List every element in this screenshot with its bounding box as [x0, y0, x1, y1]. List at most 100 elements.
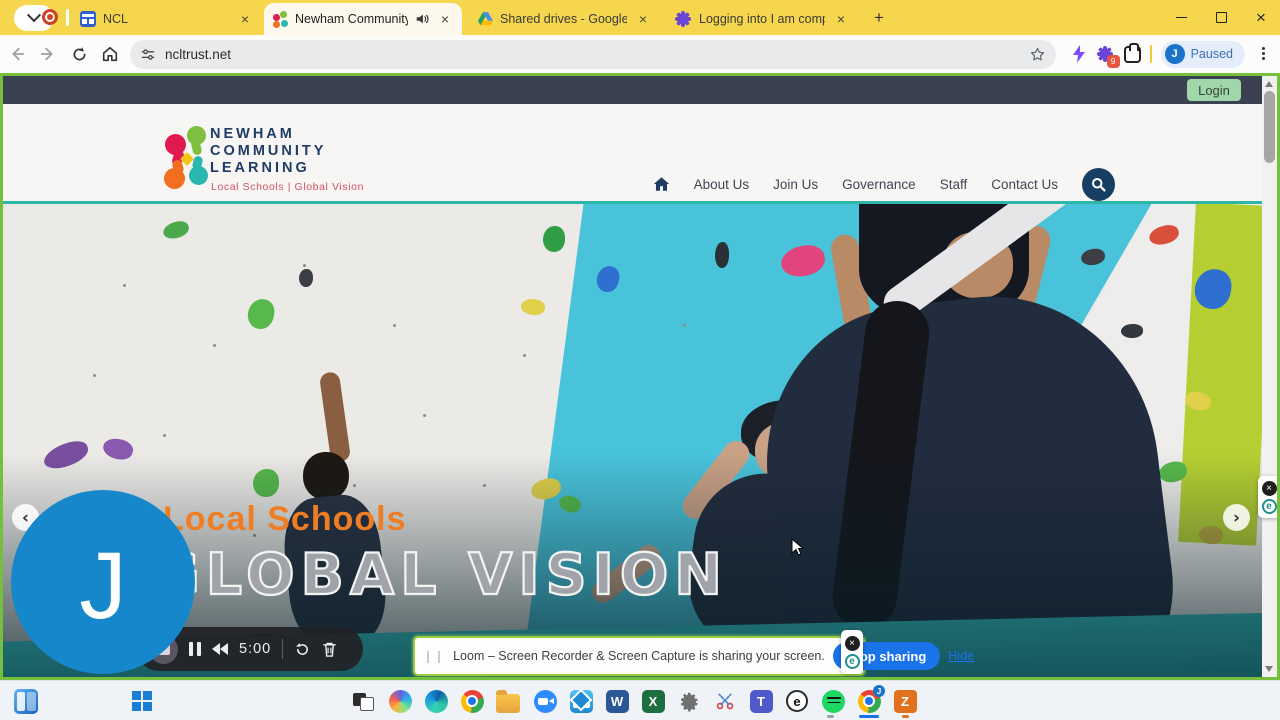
scroll-up-icon[interactable] [1265, 81, 1273, 87]
hide-share-bar-link[interactable]: Hide [948, 649, 974, 663]
recorder-pause-icon[interactable] [189, 642, 201, 656]
drive-favicon [478, 12, 493, 26]
toolbar-extensions-area: 9 J Paused [1071, 35, 1280, 73]
camera-bubble-initial: J [79, 532, 127, 639]
scroll-down-icon[interactable] [1265, 666, 1273, 672]
overlay-widget-right: e [1258, 476, 1277, 518]
desktop-screen: NCL Newham Community Learn Shared drives… [0, 0, 1280, 720]
file-explorer-icon[interactable] [496, 689, 520, 713]
eset-icon[interactable]: e [785, 689, 809, 713]
tab-close-icon[interactable] [634, 10, 652, 28]
hero-kicker: Local Schools [163, 500, 407, 538]
nav-staff[interactable]: Staff [940, 177, 968, 192]
copilot-icon[interactable] [388, 689, 412, 713]
logo-text: NEWHAM COMMUNITY LEARNING [210, 126, 327, 176]
new-tab-button[interactable] [869, 8, 889, 28]
nav-contact-us[interactable]: Contact Us [991, 177, 1058, 192]
zextras-icon[interactable]: Z [893, 689, 917, 713]
widget-e-icon[interactable]: e [844, 653, 860, 669]
tab-close-icon[interactable] [236, 10, 254, 28]
back-button[interactable] [3, 40, 31, 68]
mouse-cursor [791, 538, 805, 556]
widget-close-icon[interactable] [844, 635, 860, 651]
site-topbar: Login [3, 76, 1265, 104]
settings-icon[interactable] [677, 689, 701, 713]
profile-chip[interactable]: J Paused [1160, 40, 1245, 68]
tab-close-icon[interactable] [832, 10, 850, 28]
extension-badge: 9 [1106, 54, 1120, 68]
zoom-icon[interactable] [533, 689, 557, 713]
site-header: NEWHAM COMMUNITY LEARNING Local Schools … [3, 104, 1265, 201]
tab-ncl[interactable]: NCL [72, 3, 262, 35]
snipping-tool-icon[interactable] [713, 689, 737, 713]
browser-menu-icon[interactable] [1254, 45, 1272, 63]
bookmark-star-icon[interactable] [1029, 46, 1046, 63]
tab-google-drive[interactable]: Shared drives - Google Drive [470, 3, 660, 35]
search-icon [1091, 177, 1106, 192]
edge-icon[interactable] [424, 689, 448, 713]
hero-title: GLOBAL VISION [152, 541, 728, 609]
tab-close-icon[interactable] [436, 10, 454, 28]
recorder-elapsed-time: 5:00 [239, 641, 272, 657]
nav-governance[interactable]: Governance [842, 177, 916, 192]
chrome-active-icon[interactable]: J [857, 685, 885, 713]
recorder-delete-icon[interactable] [322, 641, 337, 658]
newham-favicon [272, 11, 288, 28]
address-bar[interactable]: ncltrust.net [130, 40, 1056, 69]
bolt-extension-icon[interactable] [1071, 45, 1087, 63]
start-button[interactable] [130, 689, 154, 713]
teams-icon[interactable]: T [749, 689, 773, 713]
home-button[interactable] [96, 40, 124, 68]
tab-newham-active[interactable]: Newham Community Learn [264, 3, 462, 35]
tab-title: Logging into I am compliant [699, 12, 825, 26]
browser-toolbar: ncltrust.net 9 J Paused [0, 35, 1280, 73]
reload-button[interactable] [65, 40, 93, 68]
spotify-icon[interactable] [821, 689, 845, 713]
taskbar: Search W X T e J Z [0, 680, 1280, 720]
zextras-running-indicator [902, 715, 909, 718]
tab-title: Newham Community Learn [295, 12, 408, 26]
spotify-running-indicator [827, 715, 834, 718]
nav-about-us[interactable]: About Us [694, 177, 750, 192]
scrollbar-thumb[interactable] [1264, 91, 1275, 163]
chrome-icon[interactable] [460, 689, 484, 713]
window-close-button[interactable] [1244, 0, 1278, 35]
chrome-active-indicator [859, 715, 879, 718]
carousel-next-button[interactable]: › [1223, 504, 1250, 531]
toolbar-divider [1149, 45, 1152, 63]
compliant-favicon [674, 10, 692, 28]
window-minimize-button[interactable] [1164, 0, 1198, 35]
compliant-extension-icon[interactable]: 9 [1096, 45, 1120, 68]
nav-home-icon[interactable] [653, 176, 670, 192]
url-text[interactable]: ncltrust.net [165, 47, 1020, 62]
login-button[interactable]: Login [1187, 79, 1241, 101]
site-search-button[interactable] [1082, 167, 1115, 201]
hero-carousel: Local Schools GLOBAL VISION ‹ › [3, 204, 1265, 677]
extensions-menu-icon[interactable] [1123, 42, 1141, 63]
recording-indicator-icon [42, 9, 58, 25]
recorder-divider [282, 639, 284, 659]
widget-close-icon[interactable] [1261, 480, 1277, 496]
site-info-icon[interactable] [140, 47, 156, 63]
recorder-rewind-icon[interactable] [212, 643, 228, 655]
widget-e-icon[interactable]: e [1261, 498, 1277, 514]
tab-iamcompliant[interactable]: Logging into I am compliant [666, 3, 858, 35]
excel-icon[interactable]: X [641, 689, 665, 713]
camera-bubble[interactable]: J [11, 490, 195, 674]
recorder-restart-icon[interactable] [294, 641, 311, 658]
forward-button[interactable] [34, 40, 62, 68]
tab-audio-icon[interactable] [415, 12, 429, 26]
nav-join-us[interactable]: Join Us [773, 177, 818, 192]
word-icon[interactable]: W [605, 689, 629, 713]
mail-icon[interactable] [569, 689, 593, 713]
chrome-profile-badge: J [873, 685, 885, 697]
drag-handle-icon[interactable]: ❘❘ [423, 649, 445, 663]
task-view-icon[interactable] [351, 689, 375, 713]
site-logo[interactable]: NEWHAM COMMUNITY LEARNING Local Schools … [163, 126, 483, 196]
screen-share-bar: ❘❘ Loom – Screen Recorder & Screen Captu… [413, 636, 974, 676]
window-restore-button[interactable] [1204, 0, 1238, 35]
share-message: Loom – Screen Recorder & Screen Capture … [453, 649, 825, 663]
page-scrollbar[interactable] [1262, 76, 1277, 677]
ncl-favicon [80, 11, 96, 27]
widgets-icon[interactable] [14, 688, 38, 714]
